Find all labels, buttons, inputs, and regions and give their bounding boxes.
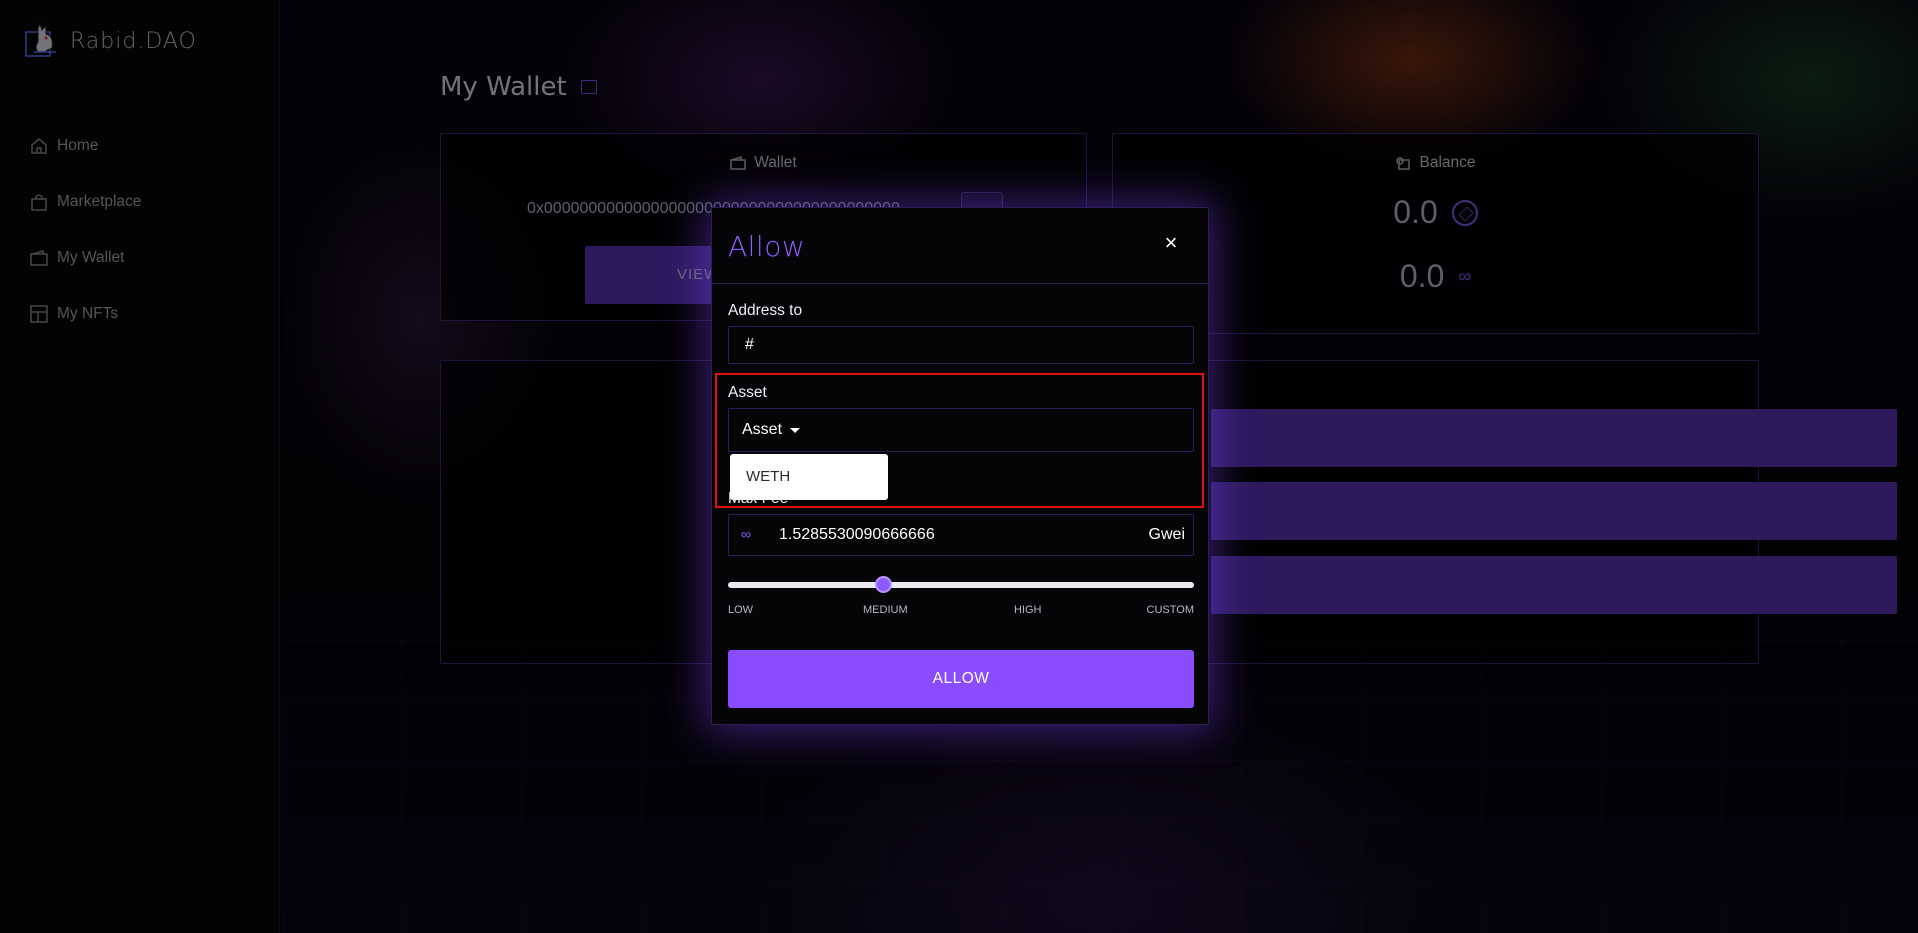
chain-link-icon: ∞ [741, 526, 751, 542]
allow-button[interactable]: ALLOW [728, 650, 1194, 708]
max-fee-input[interactable]: ∞ 1.5285530090666666 Gwei [728, 514, 1194, 556]
max-fee-value: 1.5285530090666666 [779, 526, 935, 543]
asset-dropdown-toggle[interactable]: Asset [742, 421, 801, 439]
address-to-input[interactable]: # [728, 326, 1194, 364]
address-to-label: Address to [728, 302, 803, 319]
slider-label-medium: MEDIUM [863, 604, 908, 616]
fee-slider-track[interactable] [728, 582, 1194, 588]
modal-title: Allow [728, 230, 806, 263]
slider-label-high: HIGH [1014, 604, 1042, 616]
allow-modal: Allow × Address to # Asset Asset Max Fee… [711, 207, 1209, 725]
caret-down-icon [790, 427, 801, 433]
fee-slider-thumb[interactable] [875, 576, 892, 593]
asset-dropdown-menu: WETH [730, 454, 888, 500]
asset-select[interactable]: Asset [728, 408, 1194, 452]
asset-toggle-label: Asset [742, 421, 783, 438]
asset-option-weth[interactable]: WETH [746, 468, 790, 485]
modal-header: Allow × [712, 208, 1208, 284]
slider-label-custom: CUSTOM [1146, 604, 1194, 616]
close-icon[interactable]: × [1160, 232, 1182, 254]
asset-label: Asset [728, 384, 767, 401]
slider-label-low: LOW [728, 604, 754, 616]
max-fee-unit: Gwei [1148, 526, 1185, 543]
